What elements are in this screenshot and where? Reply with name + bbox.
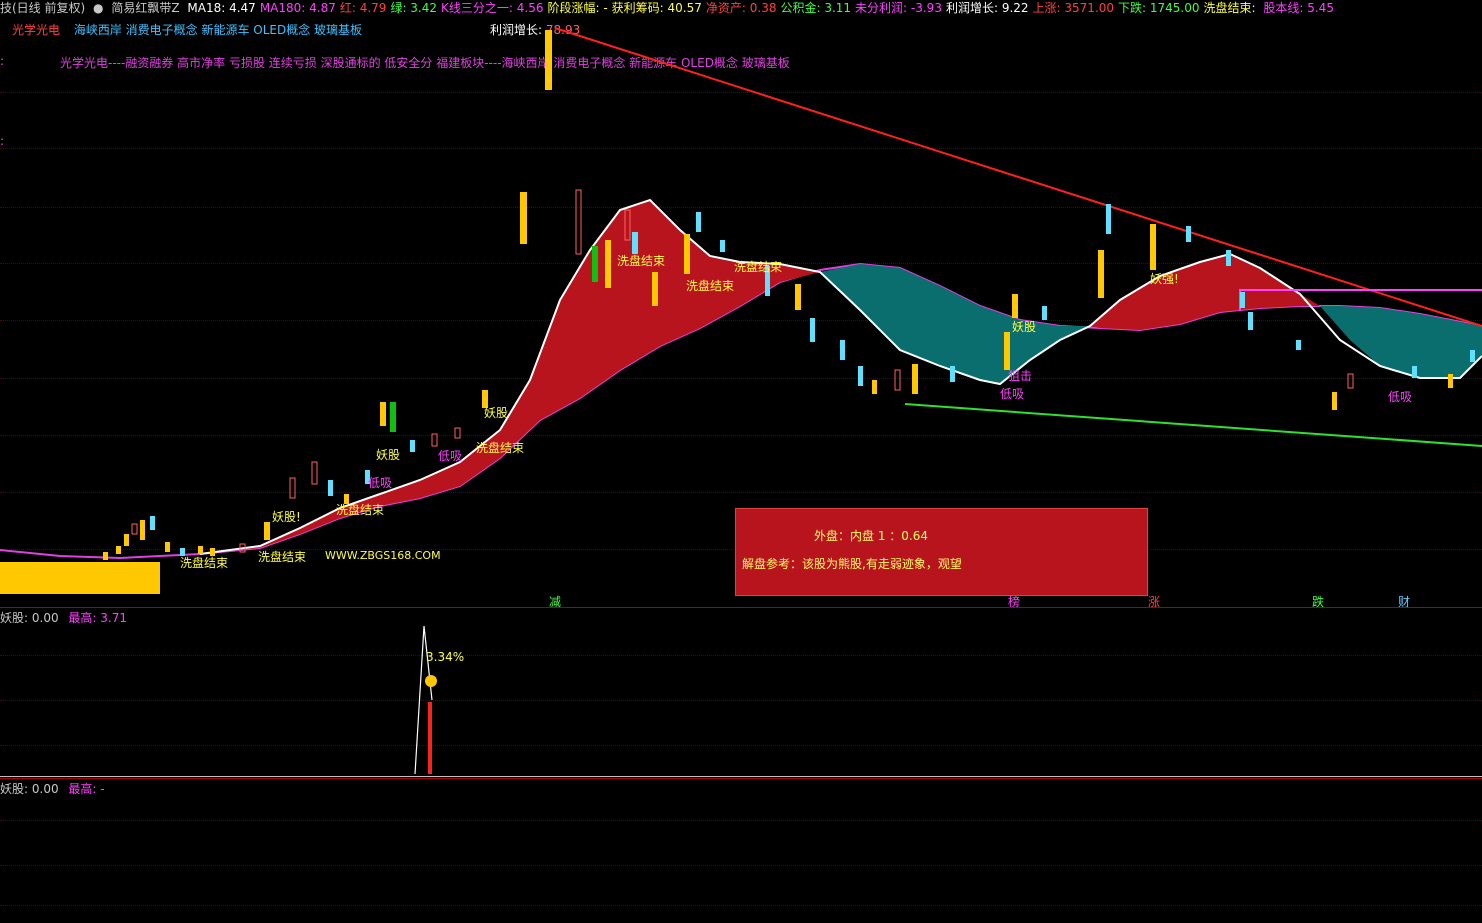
signal-dixi: 低吸 xyxy=(1000,387,1025,401)
signal-xipan: 洗盘结束 xyxy=(180,556,229,570)
spike-percent: 3.34% xyxy=(426,650,465,664)
panel3-header: 妖股: 0.00 最高: - xyxy=(0,780,105,797)
signal-xipan: 洗盘结束 xyxy=(476,441,525,455)
panel2-max-label: 最高: xyxy=(68,611,97,625)
signal-dixi: 低吸 xyxy=(438,449,463,463)
panel3-value: 0.00 xyxy=(31,782,59,796)
buy-sell-ratio: 外盘：内盘 1 ：0.64 xyxy=(814,529,928,543)
support-line xyxy=(904,403,1482,447)
signal-yaogu: 妖股 xyxy=(1012,320,1037,334)
panel3-max-label: 最高: xyxy=(68,782,97,796)
panel-separator[interactable] xyxy=(0,776,1482,777)
signal-xipan: 洗盘结束 xyxy=(336,503,385,517)
website-watermark: WWW.ZBGS168.COM xyxy=(325,549,441,562)
panel3-label: 妖股: xyxy=(0,782,29,796)
signal-xipan: 洗盘结束 xyxy=(734,260,783,274)
signal-xipan: 洗盘结束 xyxy=(686,279,735,293)
signal-yaogu: 妖股 xyxy=(376,448,401,462)
panel2-value: 0.00 xyxy=(31,611,59,625)
panel2-max-value: 3.71 xyxy=(100,611,128,625)
panel-separator[interactable] xyxy=(0,607,1482,608)
signal-zhuangji: 狙击 xyxy=(1008,369,1033,383)
smiley-icon xyxy=(425,675,437,687)
panel2-header: 妖股: 0.00 最高: 3.71 xyxy=(0,609,127,626)
signal-dixi: 低吸 xyxy=(368,476,393,490)
market-analysis-box: 外盘：内盘 1 ：0.64 解盘参考：该股为熊股,有走弱迹象，观望 xyxy=(735,508,1148,596)
price-chart[interactable] xyxy=(0,0,1482,923)
signal-yaogu2: 妖股! xyxy=(272,510,301,524)
panel-separator[interactable] xyxy=(0,778,1482,779)
panel2-label: 妖股: xyxy=(0,611,29,625)
analysis-advice: 解盘参考：该股为熊股,有走弱迹象，观望 xyxy=(742,557,962,571)
signal-dixi: 低吸 xyxy=(1388,390,1413,404)
panel3-max-value: - xyxy=(100,782,105,796)
signal-xipan: 洗盘结束 xyxy=(258,550,307,564)
highlight-block xyxy=(0,562,160,594)
red-ribbon xyxy=(200,200,820,554)
yaogu-bar xyxy=(428,702,432,774)
signal-xipan: 洗盘结束 xyxy=(617,254,666,268)
red-ribbon-2 xyxy=(1090,254,1320,330)
signal-yaogu: 妖股 xyxy=(484,406,509,420)
signal-yaoqiang: 妖强! xyxy=(1150,272,1179,286)
